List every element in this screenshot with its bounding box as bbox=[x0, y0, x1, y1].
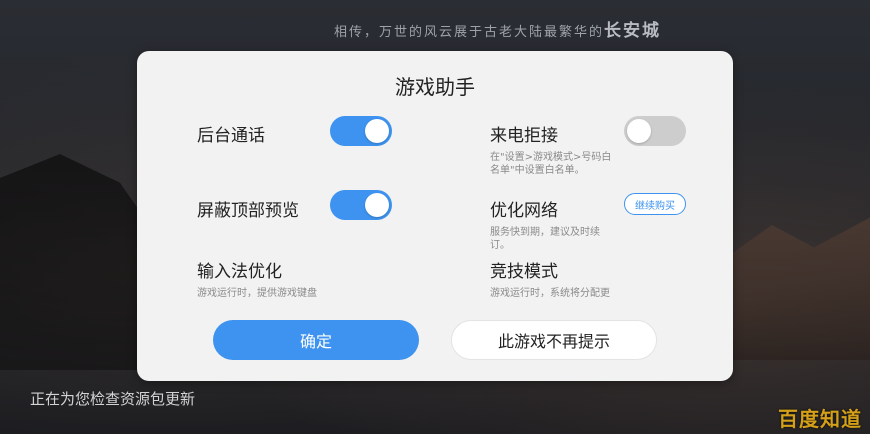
tagline-city: 长安城 bbox=[604, 21, 662, 41]
game-tagline: 相传，万世的风云展于古老大陆最繁华的长安城 bbox=[334, 16, 661, 41]
confirm-button[interactable]: 确定 bbox=[213, 320, 419, 360]
option-block-top-preview: 屏蔽顶部预览 bbox=[197, 196, 299, 221]
option-optimize-network: 优化网络 服务快到期，建议及时续订。 bbox=[490, 196, 615, 252]
option-label: 来电拒接 bbox=[490, 126, 558, 146]
dialog-title: 游戏助手 bbox=[395, 75, 475, 99]
option-reject-calls: 来电拒接 在"设置>游戏模式>号码白名单"中设置白名单。 bbox=[490, 121, 620, 177]
toggle-knob bbox=[365, 119, 389, 143]
toggle-knob bbox=[365, 193, 389, 217]
toggle-background-call[interactable] bbox=[330, 116, 392, 146]
dont-show-again-button[interactable]: 此游戏不再提示 bbox=[451, 320, 657, 360]
option-label: 后台通话 bbox=[197, 126, 265, 146]
option-label: 竞技模式 bbox=[490, 262, 558, 282]
game-assistant-dialog: 游戏助手 后台通话 屏蔽顶部预览 输入法优化 游戏运行时，提供游戏键盘 来电拒接… bbox=[137, 51, 733, 381]
option-label: 输入法优化 bbox=[197, 262, 282, 282]
toggle-knob bbox=[627, 119, 651, 143]
option-background-call: 后台通话 bbox=[197, 121, 265, 146]
tagline-text: 相传，万世的风云展于古老大陆最繁华的 bbox=[334, 25, 605, 40]
resource-update-status: 正在为您检查资源包更新 bbox=[30, 390, 196, 408]
option-description: 游戏运行时，系统将分配更 bbox=[490, 288, 610, 299]
watermark-logo: 百度知道 bbox=[778, 407, 862, 431]
toggle-reject-calls[interactable] bbox=[624, 116, 686, 146]
option-competitive-mode[interactable]: 竞技模式 游戏运行时，系统将分配更 bbox=[490, 257, 690, 300]
continue-purchase-button[interactable]: 继续购买 bbox=[624, 193, 686, 215]
option-description: 服务快到期，建议及时续订。 bbox=[490, 227, 600, 251]
option-description: 在"设置>游戏模式>号码白名单"中设置白名单。 bbox=[490, 152, 612, 176]
option-label: 优化网络 bbox=[490, 201, 558, 221]
option-input-method-optimize[interactable]: 输入法优化 游戏运行时，提供游戏键盘 bbox=[197, 257, 397, 300]
toggle-block-top-preview[interactable] bbox=[330, 190, 392, 220]
option-label: 屏蔽顶部预览 bbox=[197, 201, 299, 221]
option-description: 游戏运行时，提供游戏键盘 bbox=[197, 288, 317, 299]
